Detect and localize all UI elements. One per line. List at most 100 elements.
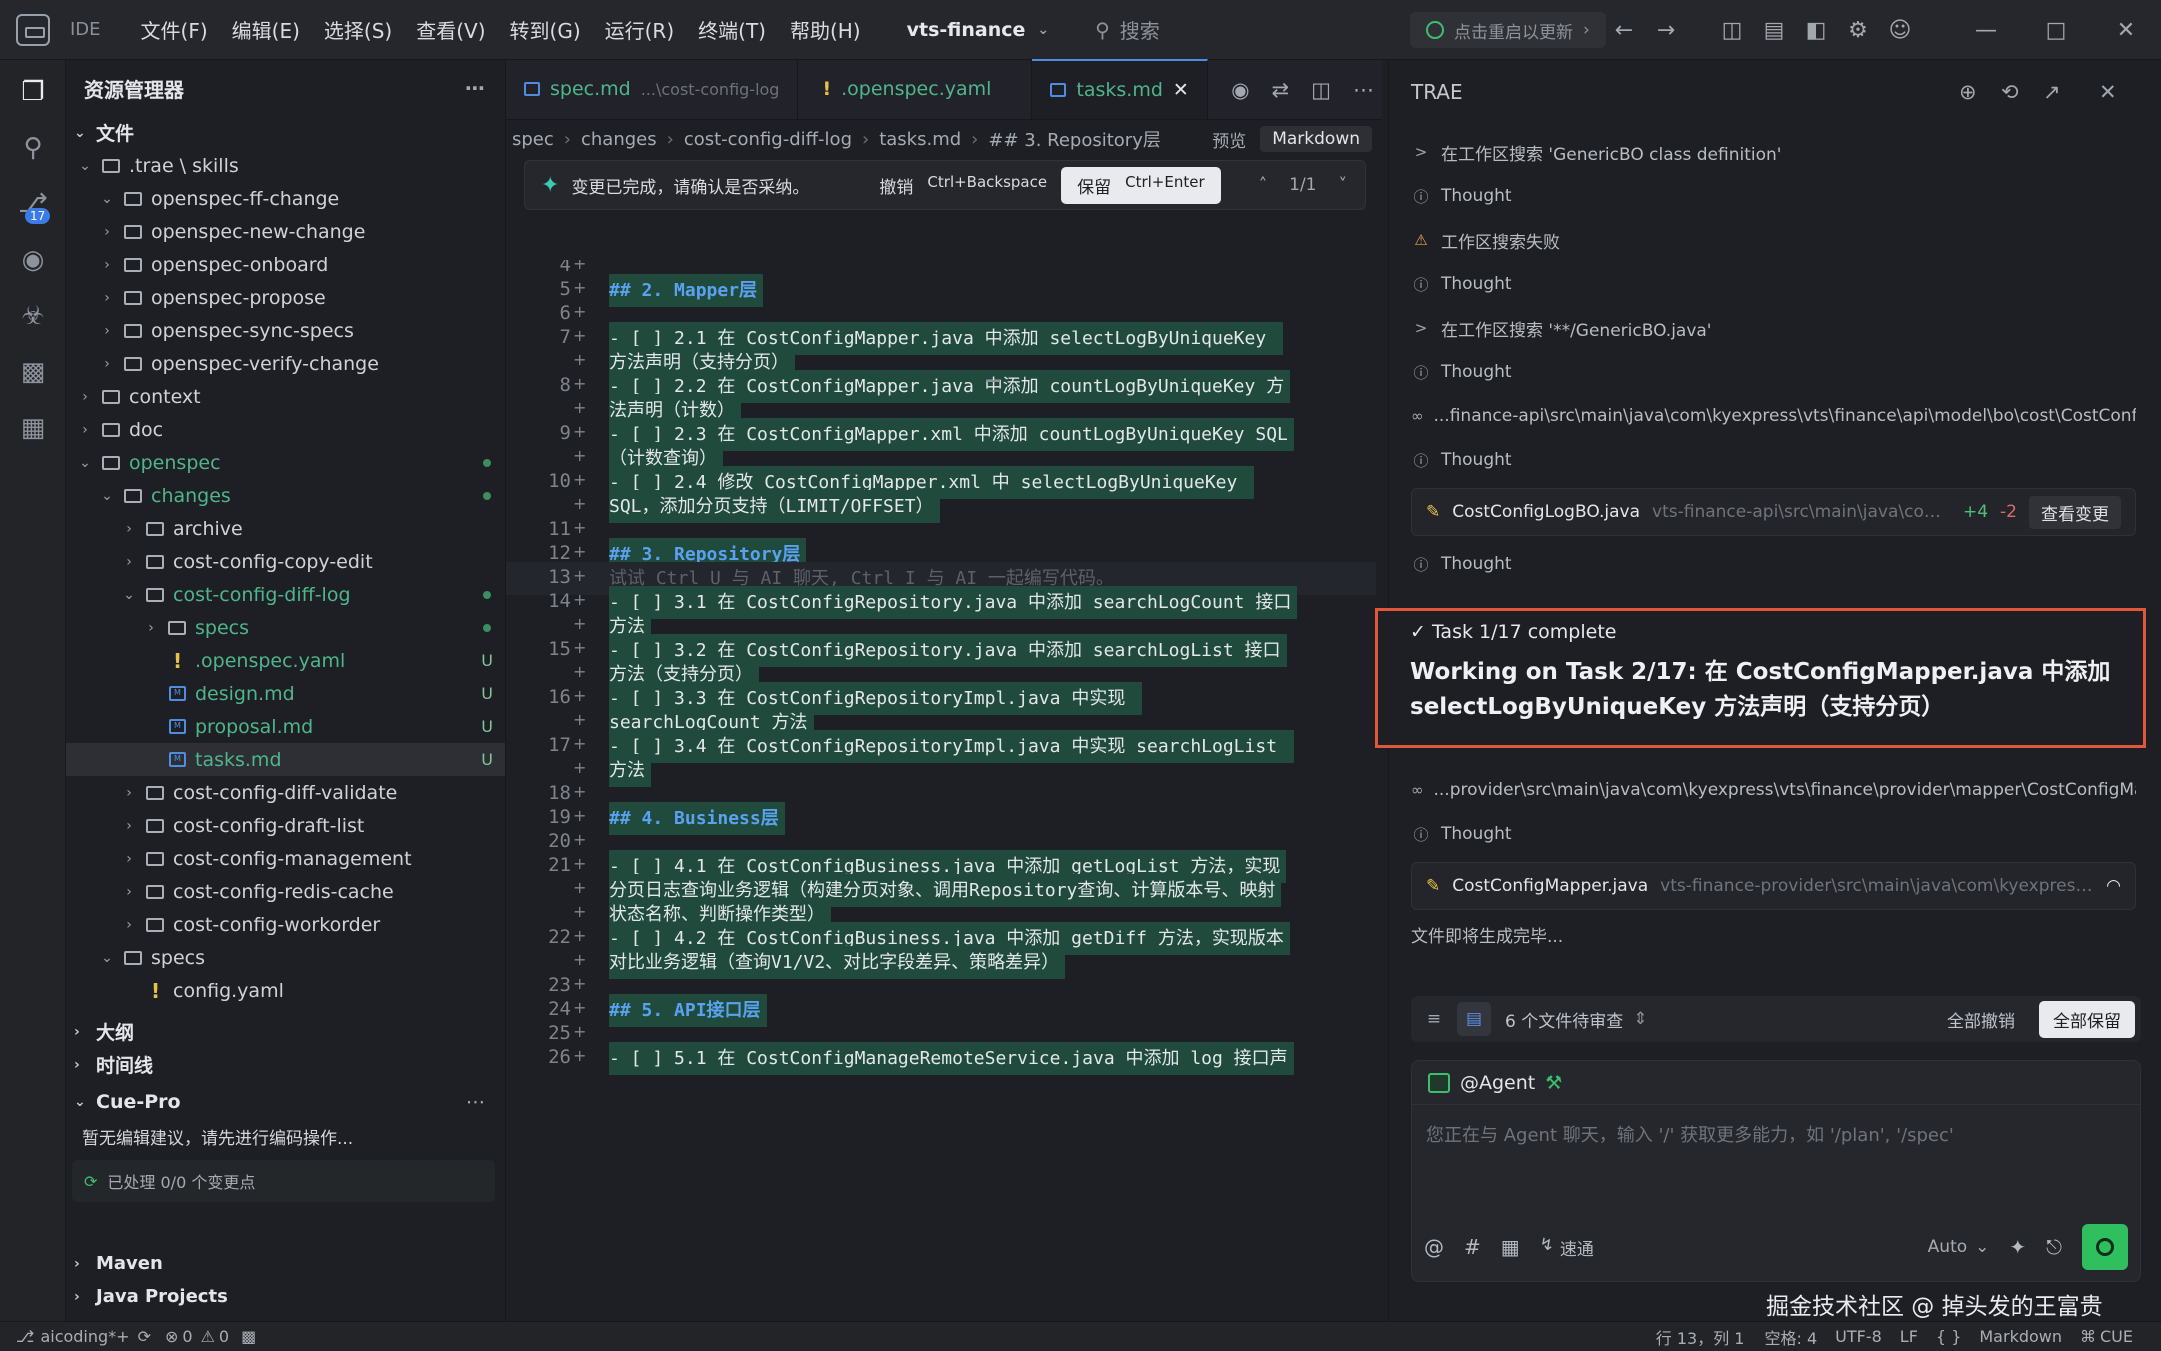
toggle-left-panel-icon[interactable]: ◫ xyxy=(1711,0,1753,60)
previous-change-icon[interactable]: ˄ xyxy=(1259,175,1268,195)
view-changes-button[interactable]: 查看变更 xyxy=(2029,495,2121,529)
tree-file[interactable]: Mtasks.md U xyxy=(66,743,505,776)
agent-selector[interactable]: @Agent ⚒ xyxy=(1412,1061,2140,1105)
step-item[interactable]: > 在工作区搜索 'GenericBO class definition' xyxy=(1411,130,2136,174)
step-item[interactable]: ⓘ Thought xyxy=(1411,812,2136,856)
tree-folder[interactable]: ⌄ openspec-ff-change xyxy=(66,182,505,215)
step-item[interactable]: ⓘ Thought xyxy=(1411,542,2136,586)
tree-folder[interactable]: › cost-config-draft-list xyxy=(66,809,505,842)
breadcrumb-item[interactable]: ## 3. Repository层 xyxy=(988,126,1161,152)
tab-openspec-yaml[interactable]: ! .openspec.yaml xyxy=(798,59,1033,119)
line-ending[interactable]: LF xyxy=(1900,1327,1918,1346)
sparkle-icon[interactable]: ✦ xyxy=(2009,1235,2026,1259)
expand-icon[interactable]: ⇕ xyxy=(1633,1009,1647,1029)
terminal-icon[interactable]: ▩ xyxy=(241,1327,256,1346)
forward-arrow-icon[interactable]: → xyxy=(1645,0,1687,60)
split-editor-icon[interactable]: ◫ xyxy=(1311,78,1331,102)
global-search[interactable]: ⚲ 搜索 xyxy=(1095,15,1160,44)
menu-item[interactable]: 选择(S) xyxy=(324,15,392,44)
tab-tasks-md[interactable]: tasks.md ✕ xyxy=(1032,59,1208,119)
step-item[interactable]: ⓘ Thought xyxy=(1411,174,2136,218)
tree-folder[interactable]: ⌄ cost-config-diff-log xyxy=(66,578,505,611)
file-change-card[interactable]: ✎ CostConfigLogBO.java vts-finance-api\s… xyxy=(1411,488,2136,536)
pending-review-text[interactable]: 6 个文件待审查 xyxy=(1505,1007,1623,1032)
toggle-bottom-panel-icon[interactable]: ▤ xyxy=(1753,0,1795,60)
send-button[interactable] xyxy=(2082,1224,2128,1270)
keep-changes-button[interactable]: 保留 Ctrl+Enter xyxy=(1061,166,1221,204)
tree-folder[interactable]: ⌄ specs xyxy=(66,941,505,974)
minimize-icon[interactable]: — xyxy=(1951,0,2021,60)
branch-name[interactable]: aicoding*+ xyxy=(40,1327,129,1346)
debug-bug-icon[interactable]: ☣ xyxy=(0,288,66,344)
account-icon[interactable]: ☺ xyxy=(1879,0,1921,60)
breadcrumb-item[interactable]: spec xyxy=(512,129,554,150)
timeline-section-header[interactable]: › 时间线 xyxy=(66,1048,505,1081)
tree-folder[interactable]: › openspec-verify-change xyxy=(66,347,505,380)
menu-item[interactable]: 转到(G) xyxy=(510,15,581,44)
step-item[interactable]: ⓘ Thought xyxy=(1411,262,2136,306)
close-tab-icon[interactable]: ✕ xyxy=(1173,79,1189,101)
tree-folder[interactable]: › cost-config-copy-edit xyxy=(66,545,505,578)
ide-label[interactable]: IDE xyxy=(70,19,101,40)
braces-icon[interactable]: { } xyxy=(1936,1327,1961,1346)
tree-file[interactable]: Mproposal.md U xyxy=(66,710,505,743)
warning-count[interactable]: 0 xyxy=(219,1327,229,1346)
tree-folder[interactable]: › openspec-propose xyxy=(66,281,505,314)
language-mode[interactable]: Markdown xyxy=(1260,126,1372,152)
cue-status[interactable]: ⌘ CUE xyxy=(2080,1327,2133,1346)
tree-folder[interactable]: › specs xyxy=(66,611,505,644)
step-item[interactable]: > 在工作区搜索 '**/GenericBO.java' xyxy=(1411,306,2136,350)
step-item[interactable]: ⓘ Thought xyxy=(1411,350,2136,394)
cue-section-header[interactable]: ⌄ Cue-Pro ⋯ xyxy=(66,1085,505,1118)
maven-section-header[interactable]: › Maven xyxy=(66,1247,163,1280)
step-item[interactable]: ∞ ...finance-api\src\main\java\com\kyexpr… xyxy=(1411,394,2136,438)
step-item[interactable]: ⓘ Thought xyxy=(1411,438,2136,482)
tree-file[interactable]: ! config.yaml xyxy=(66,974,505,1007)
code-editor[interactable]: 4 +5 + ## 2. Mapper层 6 +7 + - [ ] 2.1 在 CostCon… xyxy=(506,260,1382,1321)
next-change-icon[interactable]: ˅ xyxy=(1339,175,1348,195)
step-item[interactable]: ⚠ 工作区搜索失败 xyxy=(1411,218,2136,262)
error-count[interactable]: 0 xyxy=(182,1327,192,1346)
settings-gear-icon[interactable]: ⚙ xyxy=(1837,0,1879,60)
indent-setting[interactable]: 空格: 4 xyxy=(1764,1325,1817,1349)
explorer-icon[interactable]: ❐ xyxy=(0,64,66,120)
chat-input[interactable]: 您正在与 Agent 聊天，输入 '/' 获取更多能力，如 '/plan', '… xyxy=(1412,1105,2140,1163)
cursor-position[interactable]: 行 13，列 1 xyxy=(1656,1325,1745,1349)
breadcrumb-item[interactable]: changes xyxy=(581,129,657,150)
more-actions-icon[interactable]: ⋯ xyxy=(465,76,485,100)
breadcrumb-item[interactable]: tasks.md xyxy=(879,129,961,150)
undo-all-button[interactable]: 全部撤销 xyxy=(1947,1007,2015,1032)
history-icon[interactable]: ⟲ xyxy=(2001,80,2019,104)
tree-file[interactable]: Mdesign.md U xyxy=(66,677,505,710)
tab-spec-md[interactable]: spec.md ...\cost-config-log xyxy=(506,59,799,119)
update-button[interactable]: 点击重启以更新 › xyxy=(1410,12,1606,48)
more-actions-icon[interactable]: ⋯ xyxy=(466,1091,485,1113)
list-view-icon[interactable]: ≡ xyxy=(1417,1002,1451,1036)
tree-folder[interactable]: › cost-config-workorder xyxy=(66,908,505,941)
new-chat-icon[interactable]: ⊕ xyxy=(1959,80,1977,104)
open-external-icon[interactable]: ↗ xyxy=(2043,80,2061,104)
back-arrow-icon[interactable]: ← xyxy=(1603,0,1645,60)
remote-monitor-icon[interactable]: ▩ xyxy=(0,344,66,400)
source-control-icon[interactable]: ⎇ 17 xyxy=(0,176,66,232)
close-panel-icon[interactable]: ✕ xyxy=(2099,80,2117,104)
preview-eye-icon[interactable]: ◉ xyxy=(1231,78,1249,102)
preview-toggle[interactable]: 预览 xyxy=(1212,127,1246,152)
tree-folder[interactable]: ⌄ .trae \ skills xyxy=(66,149,505,182)
more-actions-icon[interactable]: ⋯ xyxy=(1353,78,1374,102)
menu-item[interactable]: 文件(F) xyxy=(141,15,208,44)
tree-folder[interactable]: › doc xyxy=(66,413,505,446)
menu-item[interactable]: 查看(V) xyxy=(416,15,485,44)
model-select[interactable]: Auto ⌄ xyxy=(1928,1237,1990,1257)
image-icon[interactable]: ▦ xyxy=(1501,1235,1520,1259)
tree-folder[interactable]: › archive xyxy=(66,512,505,545)
tree-folder[interactable]: › cost-config-diff-validate xyxy=(66,776,505,809)
tree-folder[interactable]: › openspec-new-change xyxy=(66,215,505,248)
tree-file[interactable]: ! .openspec.yaml U xyxy=(66,644,505,677)
tree-folder[interactable]: › cost-config-management xyxy=(66,842,505,875)
toggle-right-panel-icon[interactable]: ◧ xyxy=(1795,0,1837,60)
outline-section-header[interactable]: › 大纲 xyxy=(66,1015,505,1048)
maximize-icon[interactable]: □ xyxy=(2021,0,2091,60)
hash-icon[interactable]: # xyxy=(1464,1235,1481,1259)
keep-all-button[interactable]: 全部保留 xyxy=(2039,1000,2135,1038)
